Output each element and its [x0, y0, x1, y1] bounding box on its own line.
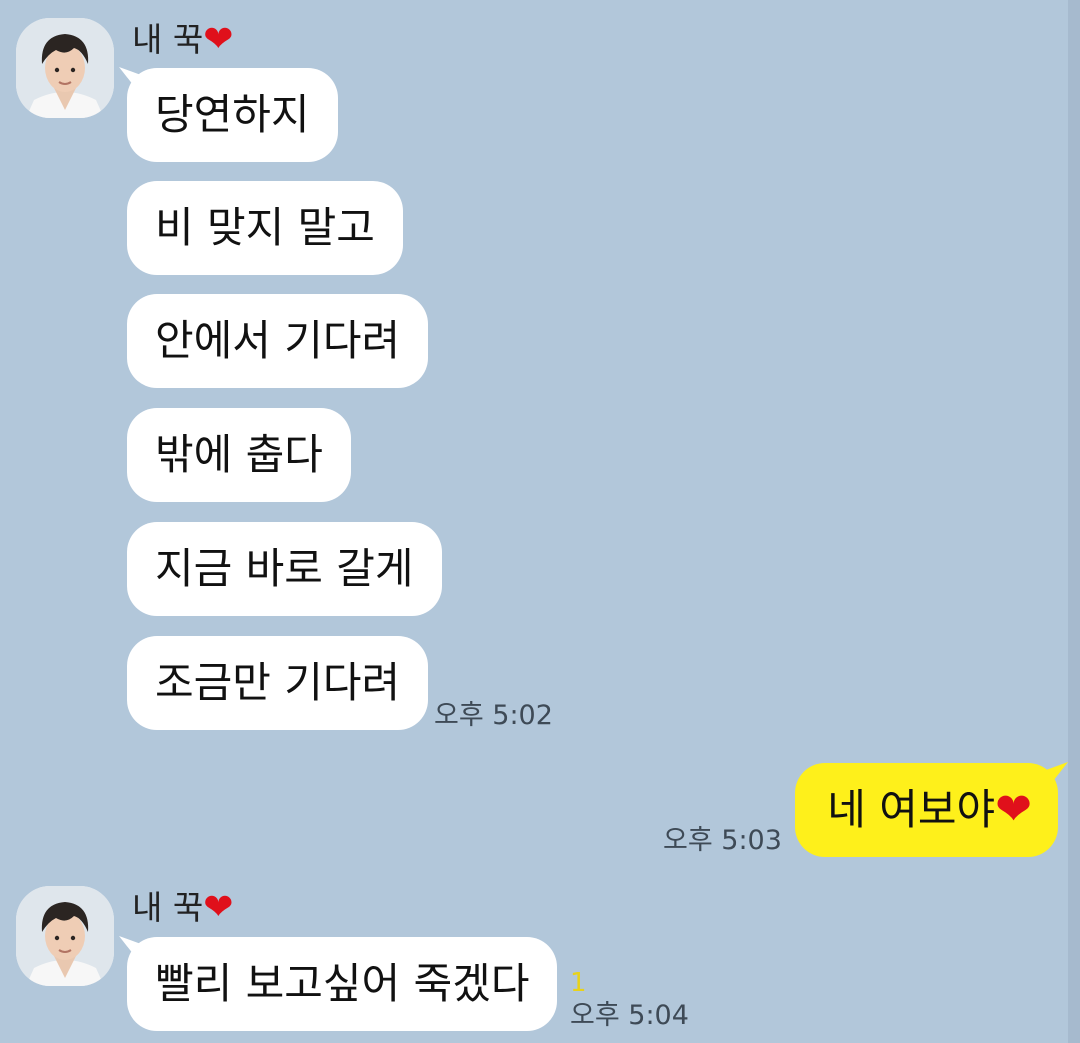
heart-emoji-icon: ❤ — [203, 19, 234, 60]
scrollbar[interactable] — [1068, 0, 1080, 1043]
profile-photo-icon — [16, 886, 114, 986]
heart-emoji-icon: ❤ — [995, 784, 1032, 835]
profile-avatar[interactable] — [16, 886, 114, 986]
message-timestamp: 오후 5:02 — [434, 700, 553, 731]
incoming-message-bubble[interactable]: 비 맞지 말고 — [127, 181, 403, 275]
incoming-message-bubble[interactable]: 밖에 춥다 — [127, 408, 351, 502]
unread-count-badge: 1 — [570, 968, 587, 998]
message-timestamp: 오후 5:03 — [663, 825, 782, 856]
message-timestamp: 오후 5:04 — [570, 1000, 689, 1031]
profile-photo-icon — [16, 18, 114, 118]
sender-name-text: 내 꾹 — [132, 888, 204, 927]
profile-avatar[interactable] — [16, 18, 114, 118]
incoming-message-bubble[interactable]: 빨리 보고싶어 죽겠다 — [127, 937, 558, 1031]
sender-name-text: 내 꾹 — [132, 20, 204, 59]
outgoing-message-bubble[interactable]: 네 여보야❤ — [795, 763, 1058, 857]
sender-name: 내 꾹❤ — [132, 20, 233, 60]
incoming-message-bubble[interactable]: 조금만 기다려 — [127, 636, 429, 730]
heart-emoji-icon: ❤ — [203, 887, 234, 928]
outgoing-message-text: 네 여보야 — [827, 785, 996, 834]
incoming-message-bubble[interactable]: 지금 바로 갈게 — [127, 522, 442, 616]
incoming-message-bubble[interactable]: 안에서 기다려 — [127, 294, 429, 388]
sender-name: 내 꾹❤ — [132, 888, 233, 928]
incoming-message-bubble[interactable]: 당연하지 — [127, 68, 338, 162]
